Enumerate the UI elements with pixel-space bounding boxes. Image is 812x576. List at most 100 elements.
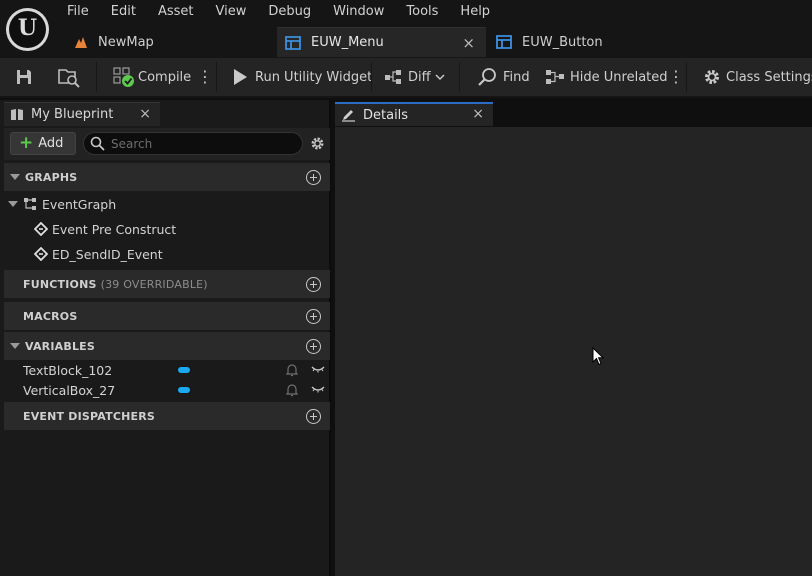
- add-function-icon[interactable]: [306, 277, 321, 292]
- tab-euw-button-label: EUW_Button: [522, 34, 603, 50]
- level-map-icon: [75, 37, 87, 48]
- replication-bell-icon[interactable]: [286, 383, 298, 397]
- tab-newmap[interactable]: NewMap: [60, 27, 278, 57]
- tab-details[interactable]: Details ×: [335, 102, 493, 126]
- variable-row[interactable]: TextBlock_102: [4, 360, 330, 380]
- menu-bar: File Edit Asset View Debug Window Tools …: [56, 0, 501, 24]
- run-utility-widget-button[interactable]: Run Utility Widget: [232, 58, 372, 96]
- menu-tools[interactable]: Tools: [395, 0, 449, 24]
- section-macros[interactable]: MACROS: [4, 302, 330, 330]
- menu-help[interactable]: Help: [449, 0, 501, 24]
- my-blueprint-toolbar: + Add: [4, 128, 330, 160]
- close-icon[interactable]: ×: [139, 106, 151, 122]
- save-icon: [17, 70, 31, 84]
- menu-debug[interactable]: Debug: [257, 0, 322, 24]
- diff-button[interactable]: Diff: [384, 58, 445, 96]
- details-panel: Details ×: [333, 100, 812, 576]
- compile-check-icon: [113, 67, 134, 87]
- add-graph-icon[interactable]: [306, 170, 321, 185]
- tree-item-event-graph[interactable]: EventGraph: [4, 194, 330, 214]
- diff-label: Diff: [408, 69, 431, 85]
- menu-view[interactable]: View: [205, 0, 258, 24]
- settings-icon[interactable]: [309, 135, 326, 152]
- add-event-dispatcher-icon[interactable]: [306, 409, 321, 424]
- search-input[interactable]: [111, 136, 291, 151]
- menu-edit[interactable]: Edit: [100, 0, 147, 24]
- widget-blueprint-icon: [496, 35, 512, 49]
- tab-my-blueprint-label: My Blueprint: [31, 107, 114, 122]
- plus-icon: +: [19, 133, 34, 153]
- overridable-count: (39 OVERRIDABLE): [100, 277, 208, 291]
- unreal-logo[interactable]: U: [6, 8, 49, 51]
- expand-arrow-icon: [10, 343, 20, 349]
- details-content-area[interactable]: [335, 127, 812, 576]
- compile-options-icon[interactable]: ⋮: [197, 67, 213, 87]
- expand-arrow-icon: [10, 174, 20, 180]
- menu-asset[interactable]: Asset: [147, 0, 205, 24]
- close-icon[interactable]: ×: [472, 106, 484, 122]
- variable-row[interactable]: VerticalBox_27: [4, 380, 330, 400]
- gear-icon: [705, 70, 719, 84]
- closed-eye-icon[interactable]: [311, 363, 325, 375]
- replication-bell-icon[interactable]: [286, 363, 298, 377]
- section-macros-label: MACROS: [23, 309, 78, 323]
- section-variables[interactable]: VARIABLES: [4, 332, 330, 360]
- section-event-dispatchers[interactable]: EVENT DISPATCHERS: [4, 402, 330, 430]
- blueprint-toolbar: Compile ⋮ Run Utility Widget Diff Find H…: [0, 58, 812, 98]
- class-settings-label: Class Settings: [726, 69, 812, 85]
- close-icon[interactable]: ×: [462, 34, 475, 52]
- menu-file[interactable]: File: [56, 0, 100, 24]
- run-utility-widget-label: Run Utility Widget: [255, 69, 373, 85]
- section-event-dispatchers-label: EVENT DISPATCHERS: [23, 409, 156, 423]
- hide-unrelated-options-icon[interactable]: ⋮: [668, 67, 684, 87]
- section-graphs-label: GRAPHS: [25, 170, 78, 184]
- toolbar-divider: [96, 62, 97, 92]
- section-functions-label: FUNCTIONS: [23, 277, 97, 291]
- find-button[interactable]: Find: [477, 58, 530, 96]
- tab-my-blueprint[interactable]: My Blueprint ×: [4, 102, 160, 126]
- search-icon: [478, 68, 496, 86]
- class-settings-button[interactable]: Class Settings: [702, 58, 812, 96]
- hide-unrelated-icon: [546, 70, 564, 84]
- event-graph-label: EventGraph: [42, 196, 117, 212]
- browse-asset-icon: [58, 69, 80, 88]
- browse-button[interactable]: [57, 58, 81, 96]
- add-button[interactable]: + Add: [10, 132, 76, 155]
- book-icon: [11, 109, 23, 120]
- variable-type-pill[interactable]: [178, 387, 190, 393]
- search-box[interactable]: [83, 132, 303, 155]
- tab-euw-button[interactable]: EUW_Button: [486, 27, 646, 57]
- tree-item-event[interactable]: ED_SendID_Event: [4, 244, 330, 264]
- title-bar: U File Edit Asset View Debug Window Tool…: [0, 0, 812, 58]
- event-node-icon: [34, 222, 48, 236]
- play-icon: [234, 69, 247, 85]
- add-macro-icon[interactable]: [306, 309, 321, 324]
- toolbar-divider: [686, 62, 687, 92]
- hide-unrelated-button[interactable]: Hide Unrelated: [545, 58, 668, 96]
- compile-button[interactable]: Compile: [113, 58, 191, 96]
- event-label: ED_SendID_Event: [52, 246, 163, 262]
- event-label: Event Pre Construct: [52, 221, 177, 237]
- unreal-logo-inner: U: [9, 11, 46, 48]
- tree-item-event[interactable]: Event Pre Construct: [4, 219, 330, 239]
- tab-euw-menu[interactable]: EUW_Menu ×: [277, 27, 486, 57]
- add-variable-icon[interactable]: [306, 339, 321, 354]
- unreal-logo-glyph: U: [17, 15, 38, 41]
- pencil-icon: [342, 109, 355, 122]
- closed-eye-icon[interactable]: [311, 383, 325, 395]
- tab-newmap-label: NewMap: [98, 34, 154, 50]
- save-button[interactable]: [14, 58, 34, 96]
- toolbar-divider: [459, 62, 460, 92]
- expand-arrow-icon: [8, 201, 18, 207]
- variable-type-pill[interactable]: [178, 367, 190, 373]
- mouse-cursor-icon: [592, 347, 604, 366]
- variable-name: VerticalBox_27: [23, 382, 116, 398]
- my-blueprint-panel: My Blueprint × + Add GRAPHS EventGraph E…: [0, 100, 331, 576]
- menu-window[interactable]: Window: [322, 0, 395, 24]
- section-graphs[interactable]: GRAPHS: [4, 163, 330, 191]
- tab-euw-menu-label: EUW_Menu: [311, 35, 384, 50]
- variable-name: TextBlock_102: [23, 362, 113, 378]
- tab-details-label: Details: [363, 107, 409, 123]
- section-functions[interactable]: FUNCTIONS (39 OVERRIDABLE): [4, 270, 330, 298]
- hide-unrelated-label: Hide Unrelated: [570, 69, 668, 85]
